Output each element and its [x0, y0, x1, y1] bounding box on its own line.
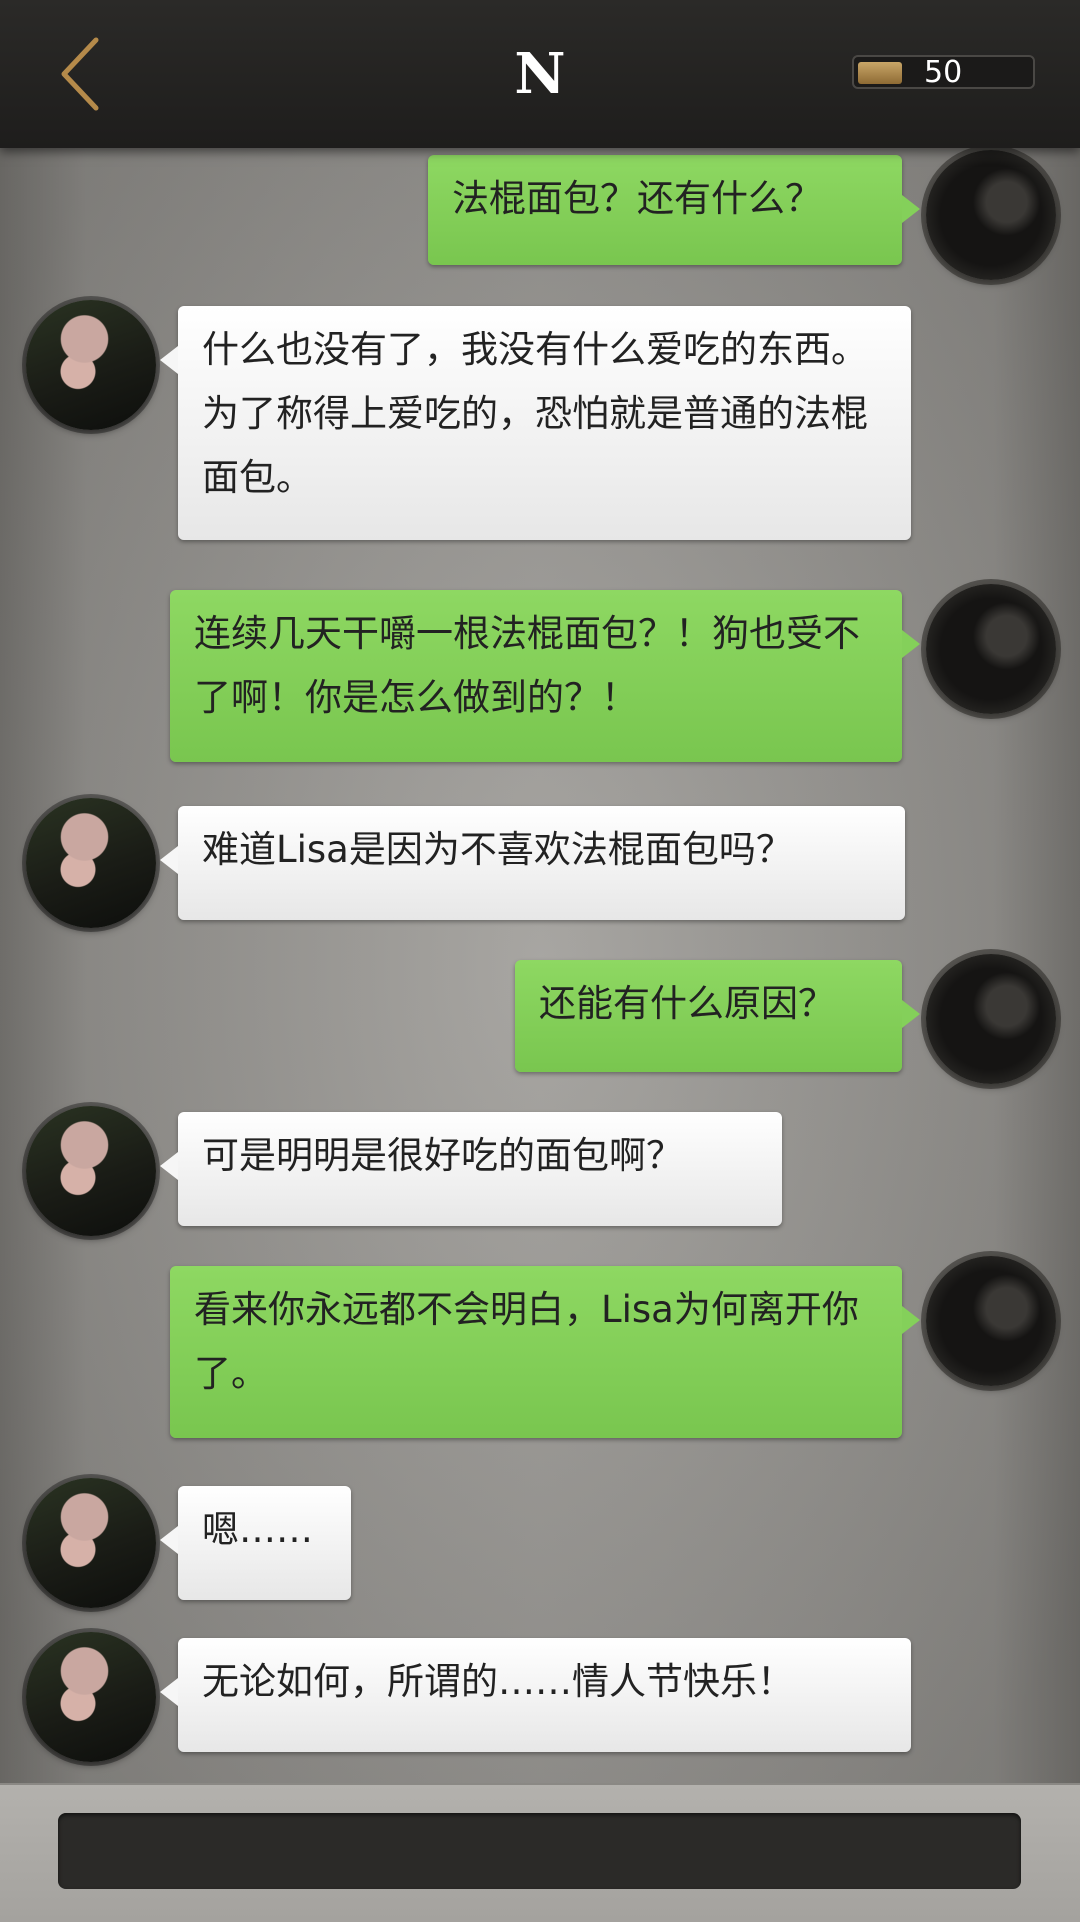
player-avatar — [926, 584, 1056, 714]
top-bar: N 50 — [0, 0, 1080, 148]
bottom-bar — [0, 1783, 1080, 1922]
player-avatar — [926, 150, 1056, 280]
npc-avatar — [26, 1106, 156, 1236]
message-text: 难道Lisa是因为不喜欢法棍面包吗？ — [202, 828, 793, 871]
npc-avatar — [26, 1632, 156, 1762]
coin-count: 50 — [924, 55, 963, 90]
npc-message-bubble: 无论如何，所谓的……情人节快乐！ — [160, 1638, 911, 1752]
npc-message-bubble: 嗯…… — [160, 1486, 351, 1600]
npc-avatar — [26, 1478, 156, 1608]
player-avatar — [926, 954, 1056, 1084]
npc-avatar — [26, 300, 156, 430]
player-avatar — [926, 1256, 1056, 1386]
player-message-bubble: 看来你永远都不会明白，Lisa为何离开你了。 — [170, 1266, 920, 1438]
player-message-bubble: 还能有什么原因？ — [515, 960, 920, 1072]
message-text: 什么也没有了，我没有什么爱吃的东西。为了称得上爱吃的，恐怕就是普通的法棍面包。 — [202, 328, 868, 499]
message-text: 连续几天干嚼一根法棍面包？！狗也受不了啊！你是怎么做到的？！ — [194, 612, 860, 719]
player-message-bubble: 连续几天干嚼一根法棍面包？！狗也受不了啊！你是怎么做到的？！ — [170, 590, 920, 762]
message-text: 无论如何，所谓的……情人节快乐！ — [202, 1660, 794, 1703]
chat-log[interactable]: 法棍面包？还有什么？ 什么也没有了，我没有什么爱吃的东西。为了称得上爱吃的，恐怕… — [0, 148, 1080, 1783]
message-text: 法棍面包？还有什么？ — [452, 177, 822, 220]
reply-input-bar[interactable] — [58, 1813, 1021, 1889]
npc-message-bubble: 难道Lisa是因为不喜欢法棍面包吗？ — [160, 806, 905, 920]
message-text: 可是明明是很好吃的面包啊？ — [202, 1134, 683, 1177]
message-text: 看来你永远都不会明白，Lisa为何离开你了。 — [194, 1288, 859, 1395]
npc-message-bubble: 可是明明是很好吃的面包啊？ — [160, 1112, 782, 1226]
message-text: 还能有什么原因？ — [539, 982, 835, 1025]
npc-avatar — [26, 798, 156, 928]
message-text: 嗯…… — [202, 1508, 313, 1551]
coin-counter: 50 — [852, 55, 1035, 90]
npc-message-bubble: 什么也没有了，我没有什么爱吃的东西。为了称得上爱吃的，恐怕就是普通的法棍面包。 — [160, 306, 911, 540]
player-message-bubble: 法棍面包？还有什么？ — [428, 155, 920, 265]
coin-icon — [858, 62, 902, 84]
